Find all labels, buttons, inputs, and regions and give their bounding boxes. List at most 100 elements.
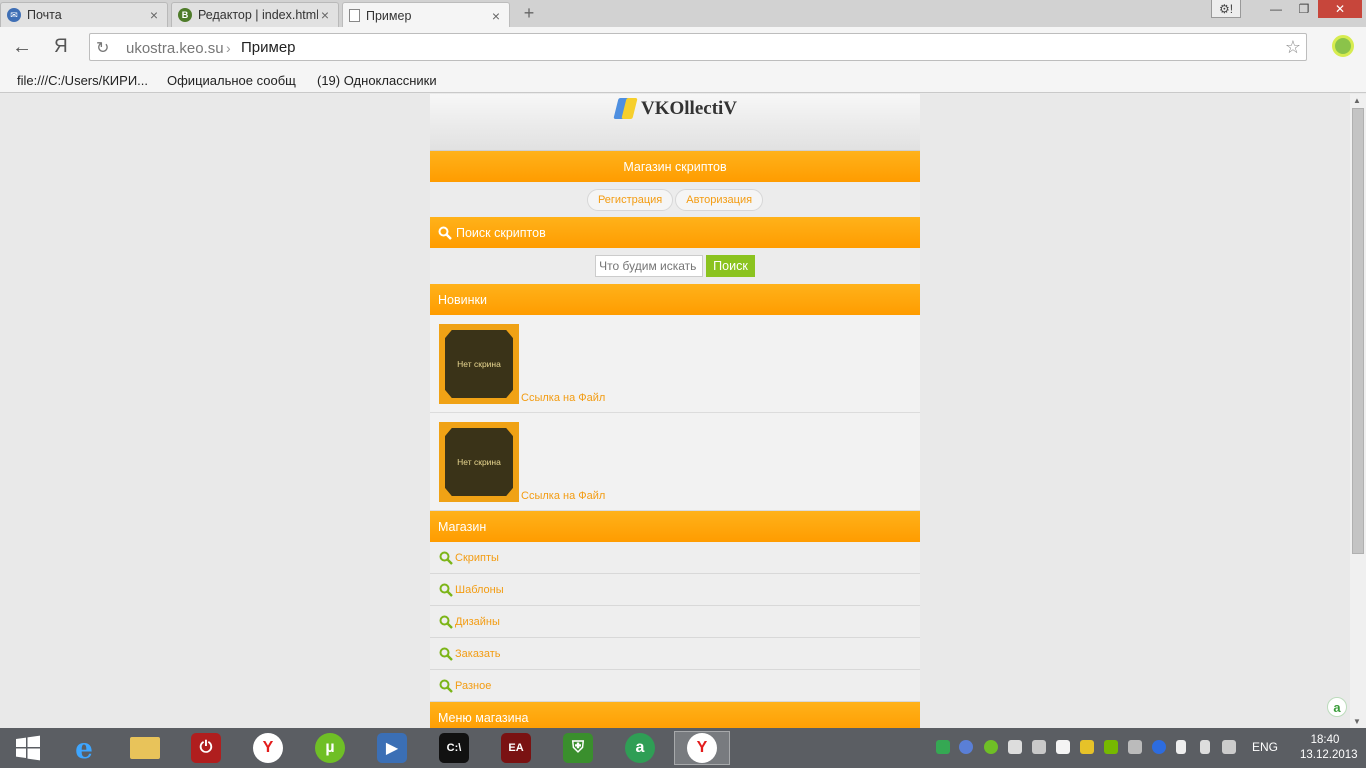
close-tab-icon[interactable]: × (147, 7, 161, 23)
taskbar-yandex[interactable]: Y (240, 731, 296, 765)
taskbar-security-app[interactable]: ⛨ (550, 731, 606, 765)
taskbar-explorer[interactable] (117, 731, 173, 765)
minimize-button[interactable]: — (1262, 0, 1290, 18)
tab-label: Пример (366, 8, 412, 23)
news-title-bar: Новинки (430, 284, 920, 315)
taskbar-yandex-browser-active[interactable]: Y (674, 731, 730, 765)
editor-icon: B (178, 8, 192, 22)
power-icon: ⏻ (191, 733, 221, 763)
shop-section-title: Магазин (438, 519, 487, 534)
maximize-button[interactable]: ❐ (1290, 0, 1318, 18)
start-button[interactable] (0, 731, 56, 765)
tray-list-icon[interactable] (1032, 740, 1046, 754)
adguard-icon: a (625, 733, 655, 763)
address-host: ukostra.keo.su (126, 40, 224, 57)
scroll-down-icon[interactable]: ▼ (1353, 717, 1361, 726)
windows-logo-icon (16, 735, 40, 761)
taskbar-cmd[interactable]: C:\ (426, 731, 482, 765)
bookmark-item[interactable]: file:///C:/Users/КИРИ... (17, 73, 149, 88)
news-item: Нет скрина Ссылка на Файл (430, 413, 920, 511)
yandex-browser-icon: Y (687, 733, 717, 763)
shop-menu-item-order[interactable]: Заказать (430, 638, 920, 670)
close-window-button[interactable]: ✕ (1318, 0, 1362, 18)
film-icon: ▶ (377, 733, 407, 763)
menu-item-label: Дизайны (455, 615, 500, 628)
scroll-up-icon[interactable]: ▲ (1353, 96, 1361, 105)
tray-bluetooth-icon[interactable] (1152, 740, 1166, 754)
tray-clock[interactable]: 18:40 13.12.2013 (1300, 733, 1358, 763)
ie-icon: e (75, 731, 93, 765)
tray-nvidia-icon[interactable] (1104, 740, 1118, 754)
shop-title-bar: Магазин скриптов (430, 151, 920, 182)
tray-security-icon[interactable] (1080, 740, 1094, 754)
tray-adguard-icon[interactable] (936, 740, 950, 754)
search-input[interactable] (595, 255, 704, 277)
scroll-thumb[interactable] (1352, 108, 1364, 554)
game-icon: EA (501, 733, 531, 763)
taskbar-game[interactable]: EA (488, 731, 544, 765)
register-button[interactable]: Регистрация (586, 188, 674, 211)
file-link[interactable]: Ссылка на Файл (521, 490, 605, 502)
terminal-icon: C:\ (439, 733, 469, 763)
file-link[interactable]: Ссылка на Файл (521, 392, 605, 404)
shop-menu-item-scripts[interactable]: Скрипты (430, 542, 920, 574)
site-logo[interactable]: VKOllectiV (612, 97, 737, 121)
news-thumbnail[interactable]: Нет скрина (439, 422, 519, 502)
mail-icon: ✉ (7, 8, 21, 22)
tray-usb-icon[interactable] (1008, 740, 1022, 754)
taskbar-media-app[interactable]: ▶ (364, 731, 420, 765)
tab-example[interactable]: Пример × (342, 2, 510, 28)
taskbar-ie[interactable]: e (56, 731, 112, 765)
address-page-title: Пример (241, 39, 296, 56)
bookmark-star-icon[interactable]: ☆ (1285, 37, 1301, 58)
tab-strip: ✉ Почта × B Редактор | index.html × Прим… (0, 0, 1366, 28)
shop-menu-item-designs[interactable]: Дизайны (430, 606, 920, 638)
browser-settings-button[interactable]: ⚙! (1211, 0, 1241, 18)
adblock-badge-icon[interactable]: a (1327, 697, 1347, 717)
shop-menu-item-templates[interactable]: Шаблоны (430, 574, 920, 606)
news-thumbnail[interactable]: Нет скрина (439, 324, 519, 404)
back-button[interactable]: ← (12, 37, 32, 57)
extension-icon[interactable] (1332, 35, 1354, 57)
close-tab-icon[interactable]: × (489, 8, 503, 24)
yandex-icon: Y (253, 733, 283, 763)
menu-item-label: Заказать (455, 647, 501, 660)
tray-utorrent-icon[interactable] (984, 740, 998, 754)
shop-menu-item-misc[interactable]: Разное (430, 670, 920, 702)
menu-item-label: Шаблоны (455, 583, 504, 596)
reload-icon[interactable]: ↻ (96, 38, 109, 58)
bookmark-item[interactable]: Официальное сообщ... (167, 73, 297, 88)
tray-flag-icon[interactable] (1056, 740, 1070, 754)
site-container: VKOllectiV Магазин скриптов Регистрация … (430, 94, 920, 728)
tray-network-icon[interactable] (1222, 740, 1236, 754)
taskbar-power-app[interactable]: ⏻ (178, 731, 234, 765)
new-tab-button[interactable]: + (519, 4, 539, 22)
tray-eye-icon[interactable] (959, 740, 973, 754)
search-button[interactable]: Поиск (706, 255, 755, 277)
page-scrollbar[interactable]: ▲ ▼ (1350, 94, 1366, 728)
tab-mail[interactable]: ✉ Почта × (0, 2, 168, 27)
news-item: Нет скрина Ссылка на Файл (430, 315, 920, 413)
page-viewport: VKOllectiV Магазин скриптов Регистрация … (0, 94, 1350, 728)
search-icon (439, 679, 453, 693)
tab-editor[interactable]: B Редактор | index.html × (171, 2, 339, 27)
shop-menu-title-bar: Меню магазина (430, 702, 920, 728)
search-icon (438, 226, 452, 240)
tray-volume-icon[interactable] (1200, 740, 1210, 754)
tray-battery-icon[interactable] (1176, 740, 1186, 754)
taskbar-utorrent[interactable]: µ (302, 731, 358, 765)
taskbar-adguard[interactable]: a (612, 731, 668, 765)
login-button[interactable]: Авторизация (675, 188, 764, 211)
shield-icon: ⛨ (563, 733, 593, 763)
tray-language[interactable]: ENG (1252, 740, 1278, 754)
folder-icon (130, 737, 160, 759)
shop-section-bar: Магазин (430, 511, 920, 542)
yandex-button[interactable]: Я (54, 37, 68, 57)
address-bar[interactable]: ↻ ukostra.keo.su › Пример ☆ (89, 33, 1307, 61)
tray-monitor-icon[interactable] (1128, 740, 1142, 754)
tab-label: Почта (27, 8, 62, 22)
bookmark-item[interactable]: (19) Одноклассники (317, 73, 457, 88)
utorrent-icon: µ (315, 733, 345, 763)
close-tab-icon[interactable]: × (318, 7, 332, 23)
thumbnail-placeholder: Нет скрина (445, 330, 513, 398)
